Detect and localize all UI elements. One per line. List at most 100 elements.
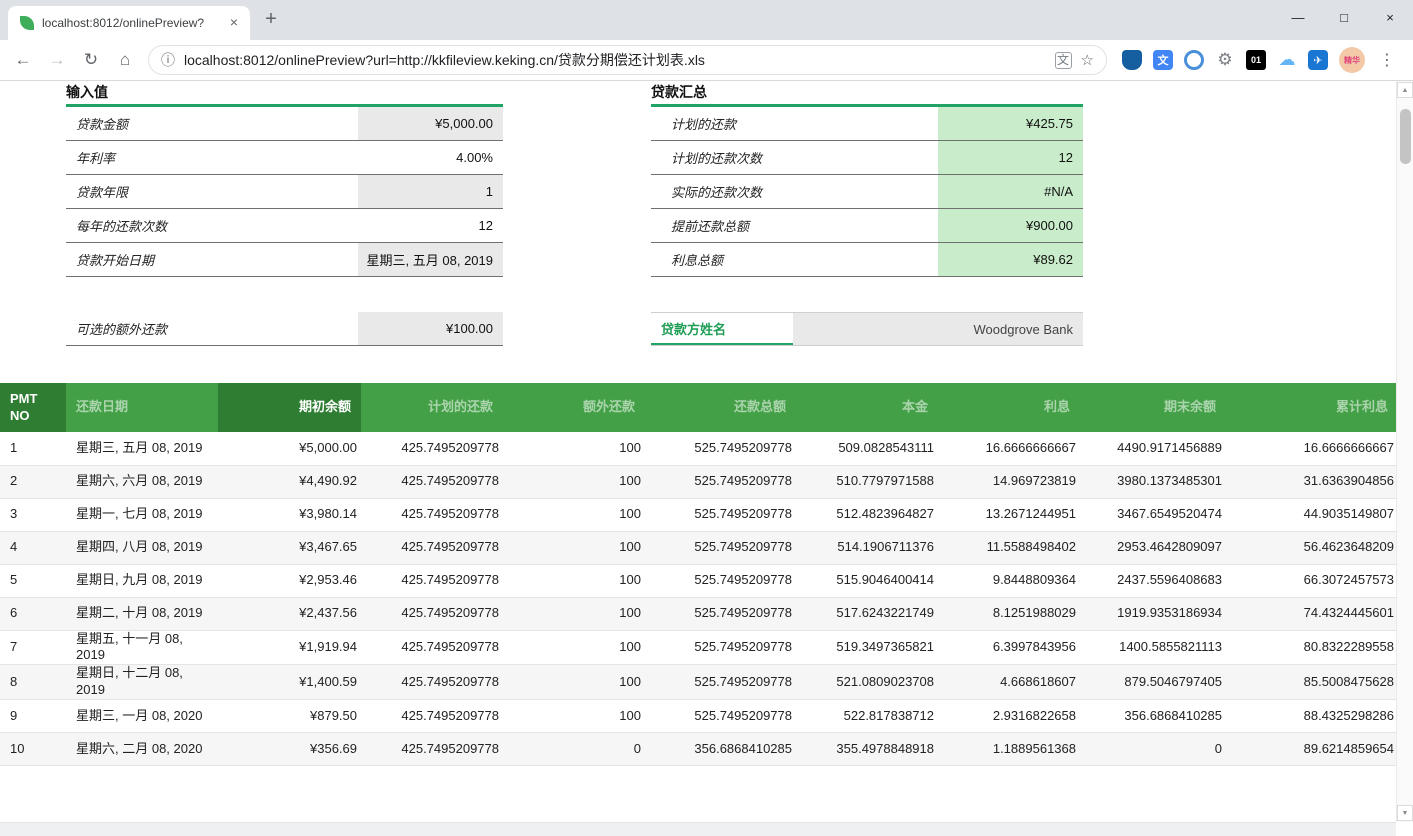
vertical-scrollbar[interactable]: ▲ ▼ xyxy=(1396,81,1413,822)
table-row: 3星期一, 七月 08, 2019¥3,980.14425.7495209778… xyxy=(0,498,1396,531)
scroll-down-icon[interactable]: ▼ xyxy=(1397,805,1413,821)
schedule-cell: 521.0809023708 xyxy=(796,665,938,700)
input-label: 贷款金额 xyxy=(66,107,358,140)
schedule-cell: 2.9316822658 xyxy=(938,700,1080,733)
schedule-cell: 星期五, 十一月 08, 2019 xyxy=(66,630,218,665)
gear-extension-icon[interactable]: ⚙ xyxy=(1215,50,1235,70)
schedule-cell: 100 xyxy=(503,700,645,733)
summary-value: 12 xyxy=(938,141,1083,174)
schedule-cell: 星期三, 五月 08, 2019 xyxy=(66,432,218,465)
page-content: 输入值 贷款金额¥5,000.00年利率4.00%贷款年限1每年的还款次数12贷… xyxy=(0,81,1413,836)
schedule-cell: 16.6666666667 xyxy=(938,432,1080,465)
schedule-cell: 星期一, 七月 08, 2019 xyxy=(66,498,218,531)
schedule-header: 还款日期 xyxy=(66,383,218,432)
browser-window: localhost:8012/onlinePreview? × + — □ × … xyxy=(0,0,1413,836)
schedule-body: 1星期三, 五月 08, 2019¥5,000.00425.7495209778… xyxy=(0,432,1396,766)
browser-tab[interactable]: localhost:8012/onlinePreview? × xyxy=(8,6,250,40)
schedule-cell: 100 xyxy=(503,665,645,700)
schedule-cell: 100 xyxy=(503,630,645,665)
scrollbar-thumb[interactable] xyxy=(1400,109,1411,164)
schedule-cell: 425.7495209778 xyxy=(361,432,503,465)
ring-extension-icon[interactable] xyxy=(1184,50,1204,70)
maximize-button[interactable]: □ xyxy=(1321,0,1367,34)
table-row: 7星期五, 十一月 08, 2019¥1,919.94425.749520977… xyxy=(0,630,1396,665)
schedule-cell: ¥4,490.92 xyxy=(218,465,361,498)
new-tab-button[interactable]: + xyxy=(256,6,286,36)
badge-extension-icon[interactable]: 01 xyxy=(1246,50,1266,70)
home-icon[interactable]: ⌂ xyxy=(111,46,139,74)
summary-row: 提前还款总额¥900.00 xyxy=(651,209,1083,243)
profile-avatar[interactable]: 精华 xyxy=(1339,47,1365,73)
schedule-cell: 525.7495209778 xyxy=(645,700,796,733)
schedule-cell: 100 xyxy=(503,498,645,531)
schedule-cell: 100 xyxy=(503,432,645,465)
scroll-up-icon[interactable]: ▲ xyxy=(1397,82,1413,98)
translate-extension-icon[interactable]: 文 xyxy=(1153,50,1173,70)
url-text: localhost:8012/onlinePreview?url=http://… xyxy=(184,50,1046,70)
input-label: 贷款开始日期 xyxy=(66,243,358,276)
table-row: 2星期六, 六月 08, 2019¥4,490.92425.7495209778… xyxy=(0,465,1396,498)
summary-label: 实际的还款次数 xyxy=(651,175,938,208)
summary-value: #N/A xyxy=(938,175,1083,208)
schedule-cell: 89.6214859654 xyxy=(1226,733,1396,766)
schedule-cell: 66.3072457573 xyxy=(1226,564,1396,597)
table-row: 1星期三, 五月 08, 2019¥5,000.00425.7495209778… xyxy=(0,432,1396,465)
schedule-header: 期初余额 xyxy=(218,383,361,432)
schedule-cell: ¥3,980.14 xyxy=(218,498,361,531)
schedule-cell: 星期二, 十月 08, 2019 xyxy=(66,597,218,630)
schedule-cell: 525.7495209778 xyxy=(645,630,796,665)
schedule-cell: ¥2,437.56 xyxy=(218,597,361,630)
schedule-cell: 3467.6549520474 xyxy=(1080,498,1226,531)
bookmark-star-icon[interactable]: ☆ xyxy=(1081,51,1094,69)
url-input[interactable]: ⓘ localhost:8012/onlinePreview?url=http:… xyxy=(148,45,1107,75)
summary-value: ¥425.75 xyxy=(938,107,1083,140)
schedule-cell: 100 xyxy=(503,465,645,498)
horizontal-scrollbar[interactable] xyxy=(0,822,1396,836)
shield-extension-icon[interactable] xyxy=(1122,50,1142,70)
table-row: 9星期三, 一月 08, 2020¥879.50425.749520977810… xyxy=(0,700,1396,733)
schedule-cell: 0 xyxy=(1080,733,1226,766)
summary-label: 计划的还款 xyxy=(651,107,938,140)
schedule-header: 还款总额 xyxy=(645,383,796,432)
schedule-cell: 355.4978848918 xyxy=(796,733,938,766)
back-icon[interactable]: ← xyxy=(9,46,37,74)
schedule-cell: 3 xyxy=(0,498,66,531)
schedule-cell: 425.7495209778 xyxy=(361,630,503,665)
close-button[interactable]: × xyxy=(1367,0,1413,34)
schedule-cell: 1 xyxy=(0,432,66,465)
translate-icon[interactable]: 文 xyxy=(1055,52,1072,69)
schedule-cell: 星期三, 一月 08, 2020 xyxy=(66,700,218,733)
schedule-header: 利息 xyxy=(938,383,1080,432)
forward-icon[interactable]: → xyxy=(43,46,71,74)
schedule-cell: 525.7495209778 xyxy=(645,531,796,564)
summary-label: 利息总额 xyxy=(651,243,938,276)
schedule-cell: 13.2671244951 xyxy=(938,498,1080,531)
schedule-cell: 509.0828543111 xyxy=(796,432,938,465)
schedule-cell: 星期六, 二月 08, 2020 xyxy=(66,733,218,766)
schedule-cell: 100 xyxy=(503,564,645,597)
minimize-button[interactable]: — xyxy=(1275,0,1321,34)
input-rows: 贷款金额¥5,000.00年利率4.00%贷款年限1每年的还款次数12贷款开始日… xyxy=(66,107,503,277)
cloud-extension-icon[interactable]: ☁ xyxy=(1277,50,1297,70)
schedule-cell: 425.7495209778 xyxy=(361,531,503,564)
menu-kebab-icon[interactable]: ⋮ xyxy=(1376,50,1398,70)
input-value: ¥5,000.00 xyxy=(358,107,503,140)
tab-bar: localhost:8012/onlinePreview? × + — □ × xyxy=(0,0,1413,40)
schedule-header: 期末余额 xyxy=(1080,383,1226,432)
plane-extension-icon[interactable]: ✈ xyxy=(1308,50,1328,70)
schedule-cell: 14.969723819 xyxy=(938,465,1080,498)
tab-close-icon[interactable]: × xyxy=(226,15,242,31)
refresh-icon[interactable]: ↻ xyxy=(77,46,105,74)
schedule-cell: 88.4325298286 xyxy=(1226,700,1396,733)
schedule-header: PMT NO xyxy=(0,383,66,432)
input-value: ¥100.00 xyxy=(358,312,503,345)
schedule-cell: 1.1889561368 xyxy=(938,733,1080,766)
schedule-cell: ¥356.69 xyxy=(218,733,361,766)
summary-value: ¥89.62 xyxy=(938,243,1083,276)
schedule-cell: 510.7797971588 xyxy=(796,465,938,498)
input-row-extra: 可选的额外还款 ¥100.00 xyxy=(66,312,503,346)
schedule-cell: 2953.4642809097 xyxy=(1080,531,1226,564)
page-info-icon[interactable]: ⓘ xyxy=(161,50,175,70)
schedule-cell: 31.6363904856 xyxy=(1226,465,1396,498)
schedule-cell: 8 xyxy=(0,665,66,700)
